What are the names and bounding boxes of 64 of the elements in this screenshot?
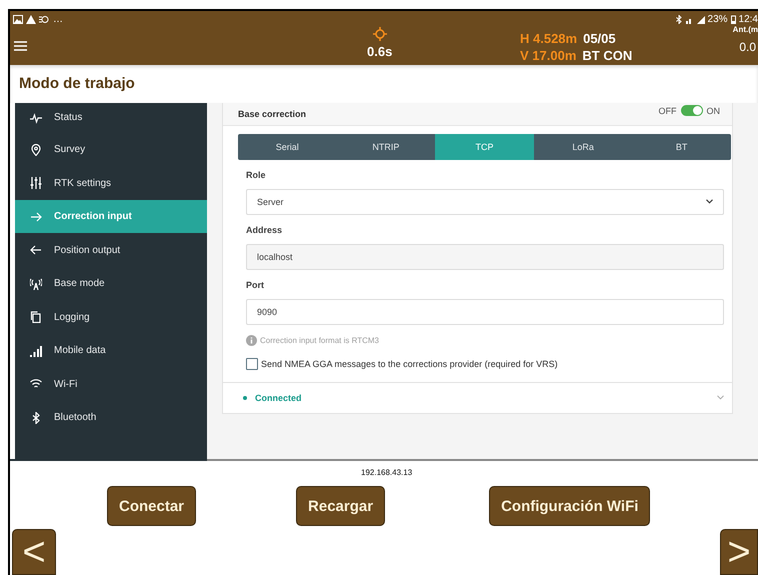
menu-icon[interactable] bbox=[14, 40, 27, 51]
section-title: Base correction bbox=[238, 108, 306, 119]
toggle-off-label: OFF bbox=[658, 106, 676, 116]
field-label: Address bbox=[246, 224, 284, 235]
hint-text: Correction input format is RTCM3 bbox=[260, 336, 379, 345]
more-notifications: … bbox=[53, 14, 63, 24]
toggle-on-label: ON bbox=[706, 106, 720, 116]
sidebar-item[interactable]: Survey bbox=[15, 132, 207, 166]
toggle-switch[interactable] bbox=[680, 105, 702, 116]
action-button[interactable]: Conectar bbox=[107, 486, 196, 526]
sync-icon bbox=[39, 14, 50, 24]
warning-icon bbox=[26, 14, 36, 24]
antenna-icon bbox=[30, 278, 42, 290]
signal-icon bbox=[684, 14, 705, 24]
page-title: Modo de trabajo bbox=[19, 75, 135, 92]
field-label: Port bbox=[246, 280, 265, 290]
checkbox-label: Send NMEA GGA messages to the corrections provider (required for VRS) bbox=[261, 358, 558, 369]
field-label: Role bbox=[246, 170, 267, 180]
sidebar-item[interactable]: Mobile data bbox=[15, 334, 207, 368]
select-field[interactable]: Server bbox=[246, 188, 724, 215]
checkbox[interactable] bbox=[246, 358, 258, 370]
vertical-value: V 17.00m bbox=[520, 48, 576, 63]
input-field[interactable]: 9090 bbox=[246, 298, 724, 325]
bluetooth-icon bbox=[676, 14, 682, 24]
info-icon bbox=[246, 334, 257, 346]
sidebar-item[interactable]: Bluetooth bbox=[15, 400, 207, 434]
crosshair-icon bbox=[372, 27, 387, 41]
connection-label: Connected bbox=[255, 392, 302, 403]
battery-icon bbox=[730, 14, 736, 24]
height-value: H 4.528m bbox=[520, 31, 578, 46]
sidebar-item[interactable]: Logging bbox=[15, 300, 207, 334]
bluetooth-icon bbox=[30, 412, 42, 424]
action-button[interactable]: Recargar bbox=[296, 486, 386, 526]
sidebar-item[interactable]: Base mode bbox=[15, 266, 207, 300]
arrow-right-icon bbox=[30, 210, 42, 223]
sidebar-item[interactable]: RTK settings bbox=[15, 166, 207, 200]
tab[interactable]: BT bbox=[632, 134, 731, 160]
copy-icon bbox=[30, 311, 42, 324]
chevron-down-icon bbox=[706, 199, 713, 204]
input-field[interactable]: localhost bbox=[246, 244, 724, 270]
sliders-icon bbox=[30, 177, 42, 190]
action-button[interactable]: Configuración WiFi bbox=[489, 486, 650, 526]
image-icon bbox=[13, 14, 23, 24]
ip-address: 192.168.43.13 bbox=[361, 468, 412, 477]
battery-percent: 23% bbox=[708, 14, 728, 24]
sidebar-item[interactable]: Status bbox=[15, 102, 207, 133]
antenna-label: Ant.(m bbox=[732, 25, 758, 34]
tab[interactable]: LoRa bbox=[534, 134, 632, 160]
signal-icon bbox=[30, 344, 42, 357]
antenna-value: 0.0 bbox=[739, 40, 756, 54]
satellite-count: 05/05 bbox=[583, 31, 616, 46]
clock: 12:4 bbox=[738, 14, 758, 24]
tab[interactable]: Serial bbox=[238, 134, 337, 160]
connection-status: BT CON bbox=[582, 48, 632, 63]
forward-button[interactable]: > bbox=[720, 529, 758, 575]
back-button[interactable]: < bbox=[12, 529, 56, 575]
arrow-left-icon bbox=[30, 244, 42, 256]
pulse-icon bbox=[30, 112, 42, 124]
sidebar-item[interactable]: Wi-Fi bbox=[15, 367, 207, 401]
sidebar-item[interactable]: Position output bbox=[15, 233, 207, 267]
chevron-down-icon bbox=[717, 395, 724, 400]
timer-value: 0.6s bbox=[367, 44, 392, 59]
pin-icon bbox=[30, 144, 42, 156]
tab[interactable]: NTRIP bbox=[336, 134, 436, 160]
